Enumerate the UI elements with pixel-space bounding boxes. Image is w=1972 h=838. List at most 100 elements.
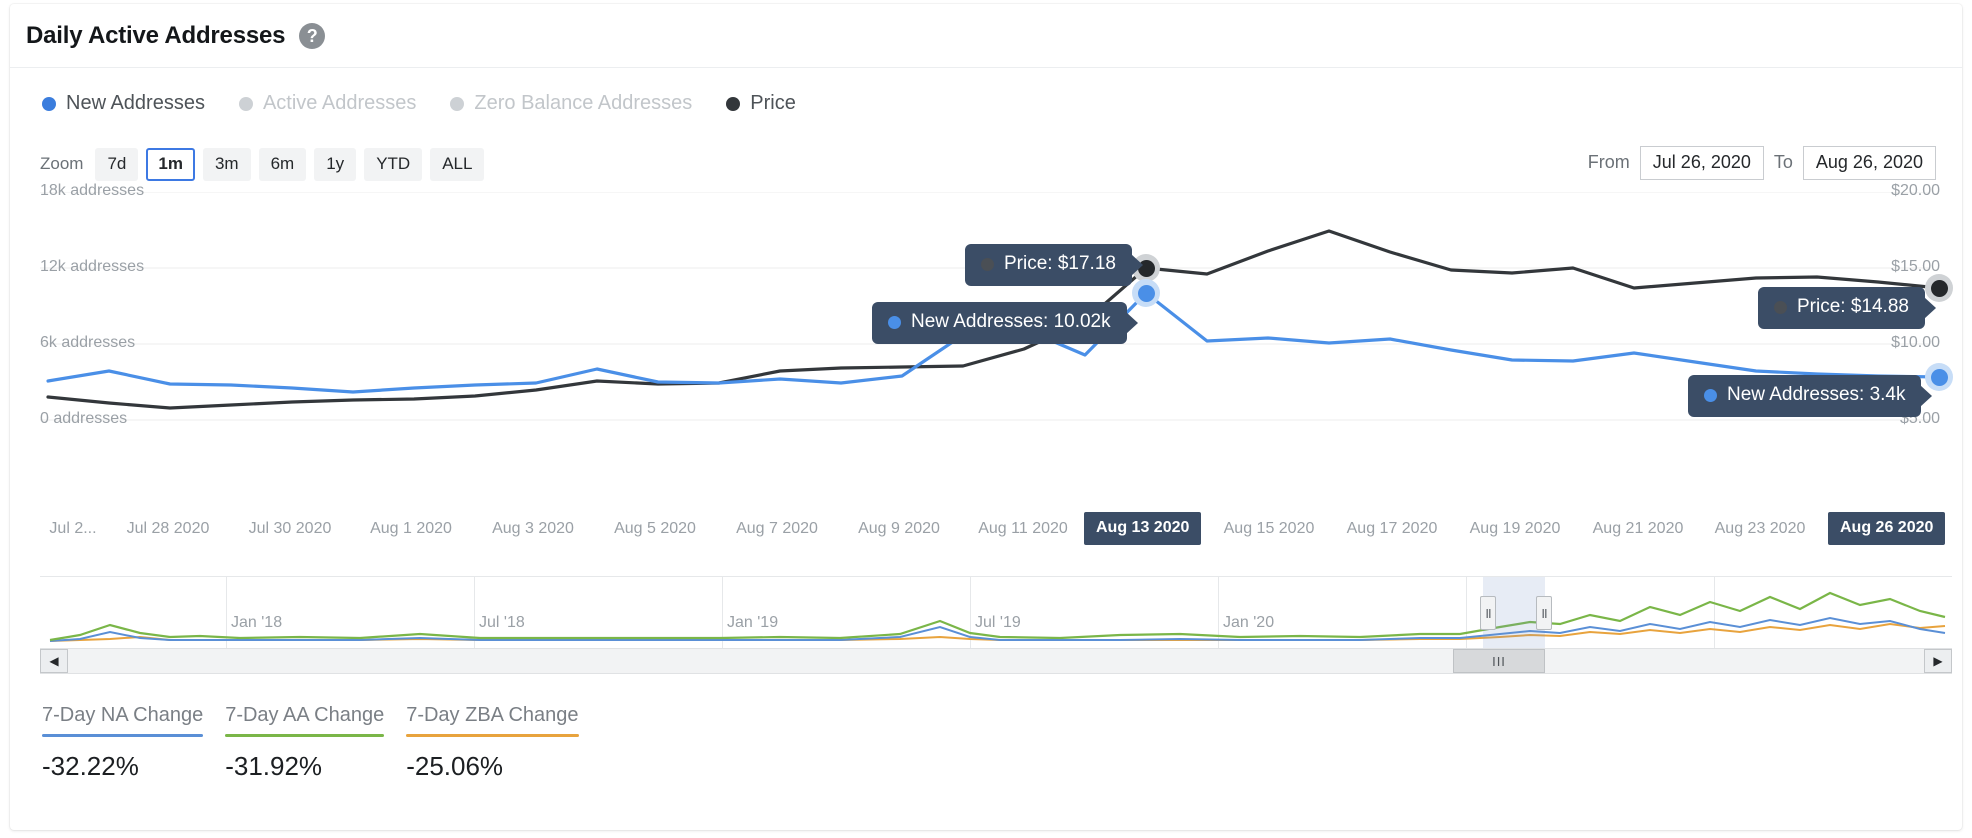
x-tick-label: Aug 11 2020 (978, 520, 1068, 538)
na-tooltip-aug13: New Addresses: 10.02k (872, 302, 1127, 344)
stat-label: 7-Day AA Change (225, 704, 384, 734)
zoom-button-1m[interactable]: 1m (146, 148, 195, 181)
chart-x-axis: Jul 2... Jul 28 2020 Jul 30 2020 Aug 1 2… (10, 512, 1962, 556)
to-label: To (1774, 152, 1793, 173)
legend-item-new-addresses[interactable]: New Addresses (42, 92, 205, 115)
legend-dot-icon (726, 97, 740, 111)
tooltip-dot-icon (981, 258, 994, 271)
navigator-handle-left[interactable]: II (1480, 596, 1496, 630)
x-tick-label: Jul 2... (49, 520, 96, 538)
navigator-handle-right[interactable]: II (1536, 596, 1552, 630)
legend-label: New Addresses (66, 92, 205, 115)
x-tick-label: Jul 28 2020 (127, 520, 210, 538)
x-tick-label-highlighted-aug13: Aug 13 2020 (1084, 512, 1201, 545)
navigator-sparkline-svg (40, 577, 1952, 648)
legend-dot-icon (450, 97, 464, 111)
zoom-button-7d[interactable]: 7d (95, 148, 138, 181)
legend-item-zero-balance-addresses[interactable]: Zero Balance Addresses (450, 92, 692, 115)
zoom-button-all[interactable]: ALL (430, 148, 484, 181)
navigator-tick-label: Jan '18 (226, 614, 282, 632)
y-axis-left-label-12k: 12k addresses (40, 258, 144, 276)
legend-label: Active Addresses (263, 92, 416, 115)
y-axis-right-label-15: $15.00 (1891, 258, 1940, 276)
chart-legend: New Addresses Active Addresses Zero Bala… (42, 92, 796, 115)
to-date-input[interactable]: Aug 26, 2020 (1803, 146, 1936, 180)
stat-underline (406, 734, 578, 737)
scroll-left-icon[interactable]: ◀ (40, 649, 68, 673)
stat-underline (225, 734, 384, 737)
price-tooltip-aug26: Price: $14.88 (1758, 287, 1925, 329)
zoom-label: Zoom (40, 154, 83, 174)
stat-7-day-zba-change: 7-Day ZBA Change -25.06% (406, 704, 578, 782)
tooltip-text: Price: $17.18 (1004, 254, 1116, 275)
x-tick-label: Aug 5 2020 (614, 520, 696, 538)
y-axis-left-label-18k: 18k addresses (40, 182, 144, 200)
page-root: Daily Active Addresses ? New Addresses A… (0, 0, 1972, 838)
navigator-tick-label: Jan '19 (722, 614, 778, 632)
card-header: Daily Active Addresses ? (10, 4, 1962, 68)
daily-active-addresses-card: Daily Active Addresses ? New Addresses A… (10, 4, 1962, 830)
tooltip-dot-icon (1704, 389, 1717, 402)
chart-navigator[interactable]: Jan '18 Jul '18 Jan '19 Jul '19 Jan '20 … (40, 576, 1952, 648)
zoom-button-6m[interactable]: 6m (259, 148, 307, 181)
legend-label: Zero Balance Addresses (474, 92, 692, 115)
tooltip-dot-icon (888, 316, 901, 329)
summary-stats: 7-Day NA Change -32.22% 7-Day AA Change … (42, 704, 579, 782)
zoom-range-bar: Zoom 7d 1m 3m 6m 1y YTD ALL (40, 148, 484, 181)
marker-inner-dot (1931, 280, 1948, 297)
stat-value: -31.92% (225, 751, 384, 782)
y-axis-left-label-6k: 6k addresses (40, 334, 135, 352)
legend-dot-icon (42, 97, 56, 111)
zoom-button-3m[interactable]: 3m (203, 148, 251, 181)
tooltip-text: Price: $14.88 (1797, 297, 1909, 318)
navigator-scrollbar[interactable]: ◀ III ▶ (40, 648, 1952, 674)
tooltip-text: New Addresses: 10.02k (911, 312, 1111, 333)
x-tick-label: Aug 15 2020 (1224, 520, 1315, 538)
zoom-button-1y[interactable]: 1y (314, 148, 356, 181)
x-tick-label: Aug 23 2020 (1715, 520, 1806, 538)
navigator-tick-label: Jul '19 (970, 614, 1021, 632)
page-title: Daily Active Addresses (26, 22, 285, 50)
x-tick-label: Jul 30 2020 (249, 520, 332, 538)
stat-value: -32.22% (42, 751, 203, 782)
navigator-tick-label: Jan '20 (1218, 614, 1274, 632)
navigator-tick-label: Jul '18 (474, 614, 525, 632)
from-date-input[interactable]: Jul 26, 2020 (1640, 146, 1764, 180)
stat-7-day-na-change: 7-Day NA Change -32.22% (42, 704, 203, 782)
tooltip-text: New Addresses: 3.4k (1727, 385, 1905, 406)
x-tick-label: Aug 1 2020 (370, 520, 452, 538)
date-range-controls: From Jul 26, 2020 To Aug 26, 2020 (1588, 146, 1936, 180)
x-tick-label: Aug 9 2020 (858, 520, 940, 538)
scroll-right-icon[interactable]: ▶ (1924, 649, 1952, 673)
from-label: From (1588, 152, 1630, 173)
legend-item-price[interactable]: Price (726, 92, 796, 115)
legend-dot-icon (239, 97, 253, 111)
y-axis-left-label-0: 0 addresses (40, 410, 127, 428)
x-tick-label-highlighted-aug26: Aug 26 2020 (1828, 512, 1945, 545)
x-tick-label: Aug 3 2020 (492, 520, 574, 538)
x-tick-label: Aug 7 2020 (736, 520, 818, 538)
na-tooltip-aug26: New Addresses: 3.4k (1688, 375, 1921, 417)
chart-svg (10, 192, 1962, 512)
stat-underline (42, 734, 203, 737)
zoom-button-ytd[interactable]: YTD (364, 148, 422, 181)
navigator-scrollbar-thumb[interactable]: III (1453, 649, 1545, 673)
marker-inner-dot (1138, 285, 1155, 302)
y-axis-right-label-20: $20.00 (1891, 182, 1940, 200)
data-point-marker-na-aug13[interactable] (1132, 279, 1160, 307)
stat-value: -25.06% (406, 751, 578, 782)
chart-plot-area[interactable]: 18k addresses 12k addresses 6k addresses… (10, 192, 1962, 512)
marker-inner-dot (1931, 369, 1948, 386)
y-axis-right-label-10: $10.00 (1891, 334, 1940, 352)
tooltip-dot-icon (1774, 301, 1787, 314)
stat-label: 7-Day NA Change (42, 704, 203, 734)
question-mark-icon[interactable]: ? (299, 23, 325, 49)
x-tick-label: Aug 21 2020 (1593, 520, 1684, 538)
legend-item-active-addresses[interactable]: Active Addresses (239, 92, 416, 115)
stat-label: 7-Day ZBA Change (406, 704, 578, 734)
stat-7-day-aa-change: 7-Day AA Change -31.92% (225, 704, 384, 782)
x-tick-label: Aug 19 2020 (1470, 520, 1561, 538)
legend-label: Price (750, 92, 796, 115)
x-tick-label: Aug 17 2020 (1347, 520, 1438, 538)
price-tooltip-aug13: Price: $17.18 (965, 244, 1132, 286)
